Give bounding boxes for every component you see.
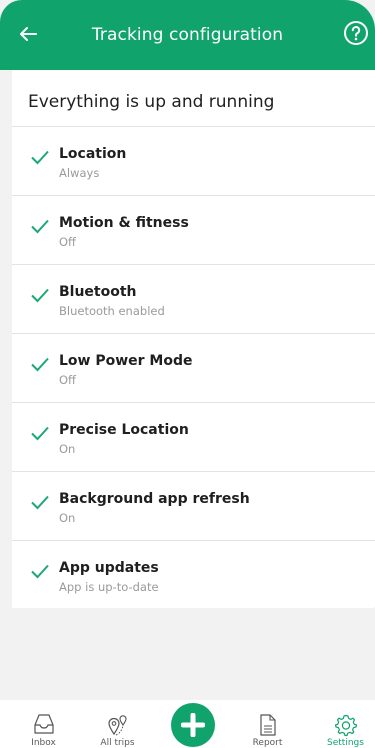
tab-label: Inbox bbox=[31, 738, 56, 748]
list-item-app-updates[interactable]: App updates App is up-to-date bbox=[12, 541, 375, 610]
list-item-motion-fitness[interactable]: Motion & fitness Off bbox=[12, 196, 375, 265]
tab-inbox[interactable]: Inbox bbox=[6, 700, 81, 748]
tab-report[interactable]: Report bbox=[230, 700, 305, 748]
map-pins-icon bbox=[107, 715, 127, 736]
tab-all-trips[interactable]: All trips bbox=[80, 700, 155, 748]
tracking-status-card: Everything is up and running Location Al… bbox=[12, 70, 375, 608]
item-status: On bbox=[59, 442, 76, 456]
item-name: Location bbox=[59, 146, 127, 162]
item-name: Motion & fitness bbox=[59, 215, 189, 231]
item-status: On bbox=[59, 511, 76, 525]
tab-settings[interactable]: Settings bbox=[308, 700, 375, 748]
check-icon bbox=[31, 495, 49, 510]
item-status: Off bbox=[59, 373, 76, 387]
tab-label: All trips bbox=[100, 738, 135, 748]
check-icon bbox=[31, 288, 49, 303]
item-status: Bluetooth enabled bbox=[59, 304, 165, 318]
list-item-background-app-refresh[interactable]: Background app refresh On bbox=[12, 472, 375, 541]
gear-icon bbox=[334, 714, 357, 737]
check-icon bbox=[31, 564, 49, 579]
item-name: Low Power Mode bbox=[59, 353, 193, 369]
item-status: Always bbox=[59, 166, 100, 180]
check-icon bbox=[31, 219, 49, 234]
check-icon bbox=[31, 426, 49, 441]
card-title: Everything is up and running bbox=[28, 92, 275, 112]
list-item-precise-location[interactable]: Precise Location On bbox=[12, 403, 375, 472]
app-header: Tracking configuration bbox=[0, 0, 375, 70]
item-name: Precise Location bbox=[59, 422, 189, 438]
add-trip-button[interactable] bbox=[171, 703, 215, 747]
plus-icon bbox=[181, 713, 205, 737]
list-item-bluetooth[interactable]: Bluetooth Bluetooth enabled bbox=[12, 265, 375, 334]
item-status: App is up-to-date bbox=[59, 580, 159, 594]
list-item-location[interactable]: Location Always bbox=[12, 127, 375, 196]
list-item-low-power-mode[interactable]: Low Power Mode Off bbox=[12, 334, 375, 403]
item-name: Bluetooth bbox=[59, 284, 137, 300]
tab-label: Report bbox=[252, 738, 283, 748]
item-status: Off bbox=[59, 235, 76, 249]
check-icon bbox=[31, 150, 49, 165]
inbox-icon bbox=[33, 714, 54, 734]
document-icon bbox=[259, 714, 276, 736]
page-title: Tracking configuration bbox=[91, 25, 284, 45]
check-icon bbox=[31, 357, 49, 372]
help-icon[interactable] bbox=[343, 20, 369, 46]
item-name: Background app refresh bbox=[59, 491, 250, 507]
item-name: App updates bbox=[59, 560, 159, 576]
tab-label: Settings bbox=[327, 738, 364, 748]
